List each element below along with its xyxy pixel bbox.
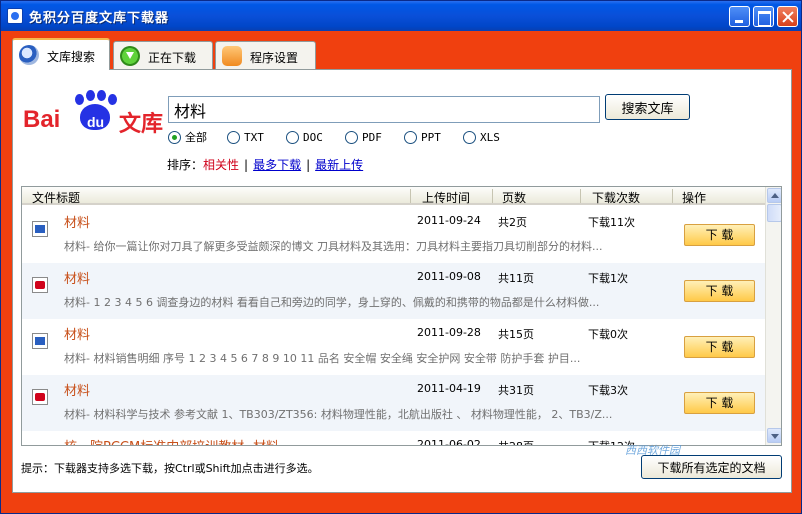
table-row[interactable]: 材料 2011-04-19 共31页 下载3次 材料- 材料科学与技术 参考文献… [22,375,765,431]
pdf-file-icon [32,277,48,293]
download-button[interactable]: 下 载 [684,392,755,414]
radio-xls[interactable]: XLS [463,129,500,145]
tab-label: 正在下载 [148,51,197,65]
row-pages: 共28页 [498,438,534,445]
tab-downloading[interactable]: 正在下载 [113,41,213,69]
title-bar[interactable]: 免积分百度文库下载器 [1,1,801,31]
tab-label: 程序设置 [250,51,299,65]
row-pages: 共15页 [498,328,534,341]
radio-pdf[interactable]: PDF [345,129,382,145]
results-list: 文件标题 上传时间 页数 下载次数 操作 材料 2011-09-24 共2页 下… [21,186,782,446]
sort-separator: | [244,158,249,172]
tab-search[interactable]: 文库搜索 [12,38,110,70]
radio-txt[interactable]: TXT [227,129,264,145]
pdf-file-icon [32,389,48,405]
tab-label: 文库搜索 [47,50,96,64]
pdf-file-icon [32,445,48,446]
tab-settings[interactable]: 程序设置 [215,41,316,69]
file-type-filter: 全部 TXT DOC PDF PPT XLS [168,129,608,145]
row-downloads: 下载11次 [588,216,635,229]
radio-ppt[interactable]: PPT [404,129,441,145]
search-input[interactable] [168,96,600,123]
doc-file-icon [32,333,48,349]
scroll-thumb[interactable] [767,204,781,222]
table-header: 文件标题 上传时间 页数 下载次数 操作 [22,187,765,205]
row-date: 2011-06-02 [417,438,481,446]
paw-icon: du [73,90,119,132]
row-pages: 共2页 [498,216,527,229]
sort-prefix: 排序： [167,158,204,172]
row-date: 2011-09-24 [417,214,481,227]
baidu-wenku-logo: Bai du 文库 [23,90,164,140]
row-title[interactable]: 核一院PCCM标准内部培训教材- 材料 [64,436,279,445]
table-row[interactable]: 材料 2011-09-08 共11页 下载1次 材料- 1 2 3 4 5 6 … [22,263,765,319]
row-description: 材料- 材料科学与技术 参考文献 1、TB303/ZT356: 材料物理性能，北… [64,408,613,421]
download-button[interactable]: 下 载 [684,336,755,358]
row-downloads: 下载1次 [588,272,628,285]
radio-dot [345,130,358,144]
radio-dot [286,130,299,144]
download-all-button[interactable]: 下载所有选定的文档 [641,455,782,479]
tip-text: 提示：下载器支持多选下载，按Ctrl或Shift加点击进行多选。 [21,462,319,475]
row-description: 材料- 1 2 3 4 5 6 调查身边的材料 看看自己和旁边的同学，身上穿的、… [64,296,600,309]
window-title: 免积分百度文库下载器 [29,11,170,26]
radio-dot [404,130,417,144]
sort-relevance[interactable]: 相关性 [203,158,239,172]
app-window: 免积分百度文库下载器 文库搜索 正在下载 程序设置 Bai du 文库 材料 搜… [0,0,802,514]
scroll-down-button[interactable] [767,428,781,443]
search-icon [19,45,39,65]
table-row[interactable]: 材料 2011-09-28 共15页 下载0次 材料- 材料销售明细 序号 1 … [22,319,765,375]
sort-most-downloaded[interactable]: 最多下载 [253,158,301,172]
radio-dot [227,130,240,144]
table-row[interactable]: 材料 2011-09-24 共2页 下载11次 材料- 给你一篇让你对刀具了解更… [22,207,765,263]
row-pages: 共31页 [498,384,534,397]
row-title[interactable]: 材料 [64,268,90,287]
close-button[interactable] [777,6,798,27]
column-header-date[interactable]: 上传时间 [422,189,470,206]
radio-dot [463,130,476,144]
row-description: 材料- 材料销售明细 序号 1 2 3 4 5 6 7 8 9 10 11 品名… [64,352,581,365]
row-date: 2011-09-28 [417,326,481,339]
radio-all[interactable]: 全部 [168,129,207,145]
row-date: 2011-09-08 [417,270,481,283]
logo-text-bai: Bai [23,106,61,133]
row-date: 2011-04-19 [417,382,481,395]
column-header-title[interactable]: 文件标题 [32,189,80,206]
column-header-downloads[interactable]: 下载次数 [592,189,640,206]
row-downloads: 下载0次 [588,328,628,341]
sort-separator: | [306,158,311,172]
download-button[interactable]: 下 载 [684,280,755,302]
row-title[interactable]: 材料 [64,380,90,399]
search-button[interactable]: 搜索文库 [605,94,690,120]
app-icon [7,8,23,24]
column-header-action[interactable]: 操作 [682,189,706,206]
column-header-pages[interactable]: 页数 [502,189,526,206]
minimize-button[interactable] [729,6,750,27]
row-downloads: 下载3次 [588,384,628,397]
download-icon [120,46,140,66]
row-description: 材料- 给你一篇让你对刀具了解更多受益颇深的博文 刀具材料及其选用：刀具材料主要… [64,240,603,253]
logo-text-du: du [87,114,105,130]
search-panel: Bai du 文库 搜索文库 全部 TXT [12,69,792,493]
sort-latest-upload[interactable]: 最新上传 [315,158,363,172]
row-title[interactable]: 材料 [64,324,90,343]
row-pages: 共11页 [498,272,534,285]
doc-file-icon [32,221,48,237]
row-title[interactable]: 材料 [64,212,90,231]
logo-text-wenku: 文库 [119,112,164,137]
scroll-up-button[interactable] [767,188,781,203]
radio-doc[interactable]: DOC [286,129,323,145]
sort-options: 排序：相关性 | 最多下载 | 最新上传 [167,156,363,173]
maximize-button[interactable] [753,6,774,27]
settings-icon [222,46,242,66]
vertical-scrollbar[interactable] [765,187,781,445]
download-button[interactable]: 下 载 [684,224,755,246]
radio-dot [168,130,181,144]
